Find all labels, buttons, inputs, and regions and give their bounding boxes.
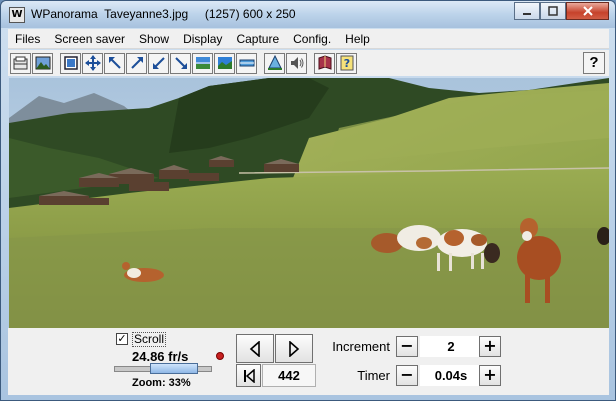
- triangle-right-icon: [289, 340, 300, 357]
- context-help-button[interactable]: ?: [583, 52, 605, 74]
- zoom-slider-thumb[interactable]: [150, 363, 198, 374]
- flat-button[interactable]: [236, 52, 257, 74]
- menu-screen-saver[interactable]: Screen saver: [47, 29, 132, 49]
- move-button[interactable]: [82, 52, 103, 74]
- book-button[interactable]: [314, 52, 335, 74]
- zoom-label: Zoom: 33%: [132, 377, 191, 389]
- minimize-icon: [523, 13, 531, 15]
- pyramid-icon: [267, 55, 282, 70]
- timer-decrease-button[interactable]: −: [396, 365, 418, 386]
- scroll-label[interactable]: Scroll: [132, 332, 167, 347]
- shrink-br-icon: [152, 57, 165, 69]
- window-button[interactable]: [60, 52, 81, 74]
- first-frame-button[interactable]: [236, 364, 261, 387]
- expand-br-icon: [174, 57, 187, 69]
- open-icon: [13, 56, 27, 70]
- picture-button[interactable]: [32, 52, 53, 74]
- book-icon: [318, 55, 331, 70]
- increment-increase-button[interactable]: +: [479, 336, 501, 357]
- increment-decrease-button[interactable]: −: [396, 336, 418, 357]
- help-doc-button[interactable]: ?: [336, 52, 357, 74]
- expand-tr-button[interactable]: [126, 52, 147, 74]
- menu-config[interactable]: Config.: [286, 29, 338, 49]
- horizon-button[interactable]: [192, 52, 213, 74]
- toolbar: ? ?: [8, 50, 609, 76]
- fps-readout: 24.86 fr/s: [132, 349, 189, 364]
- timer-field[interactable]: 0.04s: [420, 365, 482, 386]
- window-icon: [63, 56, 78, 70]
- app-icon[interactable]: W: [9, 7, 25, 23]
- record-icon[interactable]: [216, 352, 224, 360]
- panorama-view[interactable]: [9, 78, 609, 328]
- help-doc-icon: ?: [340, 55, 353, 71]
- menu-show[interactable]: Show: [132, 29, 176, 49]
- maximize-icon: [548, 6, 558, 16]
- window-controls: [514, 2, 609, 20]
- timer-increase-button[interactable]: +: [479, 365, 501, 386]
- menu-capture[interactable]: Capture: [229, 29, 286, 49]
- menu-bar: Files Screen saver Show Display Capture …: [8, 29, 609, 49]
- app-window: W WPanorama Taveyanne3.jpg (1257) 600 x …: [0, 0, 616, 401]
- close-icon: [582, 6, 593, 16]
- increment-field[interactable]: 2: [420, 336, 482, 357]
- minimize-button[interactable]: [514, 2, 540, 20]
- expand-tr-icon: [130, 57, 143, 69]
- horizon-icon: [195, 57, 210, 69]
- maximize-button[interactable]: [540, 2, 566, 20]
- title-bar[interactable]: W WPanorama Taveyanne3.jpg (1257) 600 x …: [1, 1, 615, 28]
- shrink-tl-icon: [108, 57, 121, 69]
- timer-label: Timer: [357, 368, 390, 383]
- picture-icon: [35, 56, 50, 70]
- menu-files[interactable]: Files: [8, 29, 47, 49]
- next-button[interactable]: [275, 334, 313, 363]
- move-icon: [84, 55, 101, 71]
- shrink-br-button[interactable]: [148, 52, 169, 74]
- skip-start-icon: [243, 368, 255, 383]
- triangle-left-icon: [249, 340, 260, 357]
- open-button[interactable]: [10, 52, 31, 74]
- menu-help[interactable]: Help: [338, 29, 377, 49]
- close-button[interactable]: [566, 2, 609, 20]
- expand-br-button[interactable]: [170, 52, 191, 74]
- horizon-2-icon: [217, 57, 232, 69]
- menu-display[interactable]: Display: [176, 29, 229, 49]
- shrink-tl-button[interactable]: [104, 52, 125, 74]
- increment-label: Increment: [332, 339, 390, 354]
- frame-number-field[interactable]: 442: [262, 364, 316, 387]
- scroll-checkbox[interactable]: ✓: [116, 333, 128, 345]
- window-title: WPanorama Taveyanne3.jpg (1257) 600 x 25…: [31, 7, 296, 21]
- horizon-2-button[interactable]: [214, 52, 235, 74]
- panorama-image: [9, 78, 609, 328]
- flat-icon: [239, 59, 254, 67]
- svg-text:?: ?: [343, 57, 349, 70]
- previous-button[interactable]: [236, 334, 274, 363]
- pyramid-button[interactable]: [264, 52, 285, 74]
- control-panel: ✓ Scroll 24.86 fr/s Zoom: 33% 442 Increm…: [8, 328, 609, 395]
- sound-icon: [290, 57, 303, 69]
- sound-button[interactable]: [286, 52, 307, 74]
